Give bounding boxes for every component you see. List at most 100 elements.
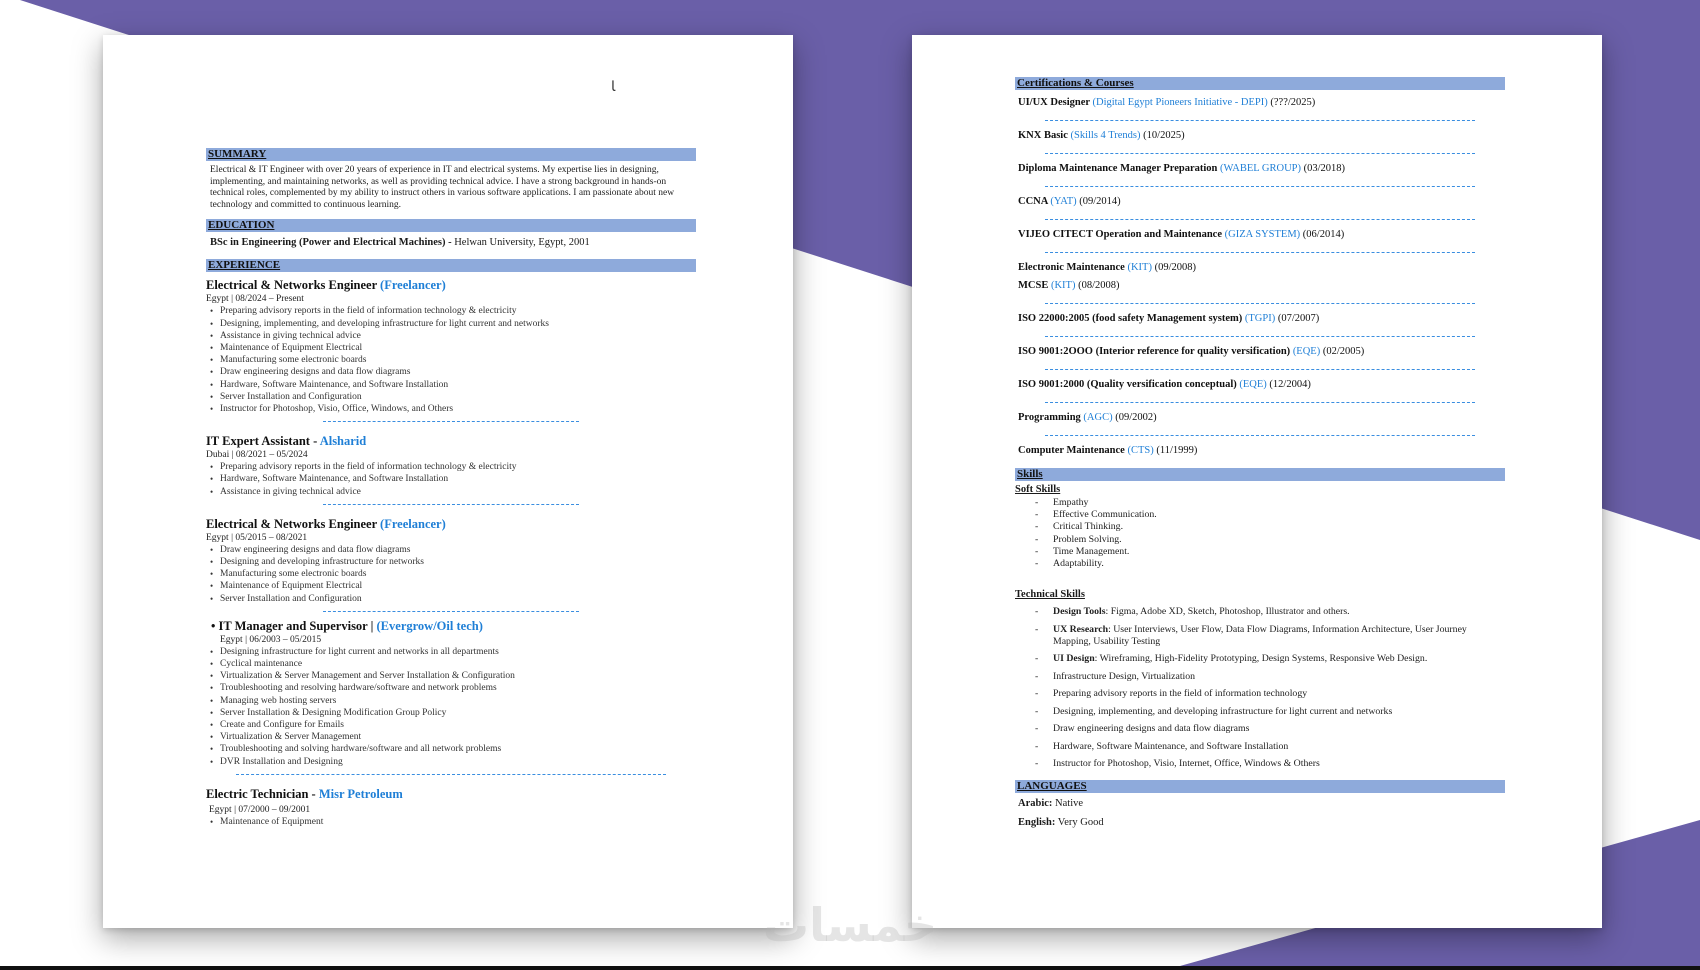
certification-item: ISO 9001:2000 (Quality versification con… bbox=[1018, 379, 1311, 390]
list-item: Draw engineering designs and data flow d… bbox=[206, 544, 696, 556]
job-title: IT Expert Assistant - Alsharid bbox=[206, 434, 367, 449]
list-item: Troubleshooting and resolving hardware/s… bbox=[206, 682, 696, 694]
resume-page-2: Certifications & Courses UI/UX Designer … bbox=[912, 35, 1602, 928]
list-item: Manufacturing some electronic boards bbox=[206, 354, 696, 366]
list-item: Problem Solving. bbox=[1015, 534, 1505, 546]
job-bullets: Draw engineering designs and data flow d… bbox=[206, 544, 696, 605]
list-item: Draw engineering designs and data flow d… bbox=[206, 366, 696, 378]
divider bbox=[1045, 252, 1475, 253]
list-item: Virtualization & Server Management and S… bbox=[206, 670, 696, 682]
job-company: Alsharid bbox=[319, 434, 367, 449]
list-item: Designing, implementing, and developing … bbox=[1015, 706, 1505, 718]
certification-item: UI/UX Designer (Digital Egypt Pioneers I… bbox=[1018, 97, 1316, 108]
job-bullets: Maintenance of Equipment bbox=[206, 816, 696, 828]
list-item: Preparing advisory reports in the field … bbox=[206, 461, 696, 473]
job-entry: Electrical & Networks Engineer (Freelanc… bbox=[206, 517, 696, 605]
job-entry: • IT Manager and Supervisor | (Evergrow/… bbox=[206, 619, 696, 768]
job-bullets: Designing infrastructure for light curre… bbox=[206, 646, 696, 768]
divider bbox=[1045, 435, 1475, 436]
job-meta: Dubai | 08/2021 – 05/2024 bbox=[206, 450, 308, 461]
certification-item: Diploma Maintenance Manager Preparation … bbox=[1018, 163, 1346, 174]
certification-item: Electronic Maintenance (KIT) (09/2008) bbox=[1018, 262, 1196, 273]
divider bbox=[236, 773, 666, 775]
job-bullets: Preparing advisory reports in the field … bbox=[206, 461, 696, 498]
list-item: Empathy bbox=[1015, 497, 1505, 509]
list-item: Hardware, Software Maintenance, and Soft… bbox=[1015, 741, 1505, 753]
list-item: Adaptability. bbox=[1015, 558, 1505, 570]
list-item: Assistance in giving technical advice bbox=[206, 330, 696, 342]
certification-item: KNX Basic (Skills 4 Trends) (10/2025) bbox=[1018, 130, 1185, 141]
job-entry: Electric Technician - Misr Petroleum Egy… bbox=[206, 787, 696, 828]
certification-item: ISO 9001:2OOO (Interior reference for qu… bbox=[1018, 346, 1365, 357]
divider bbox=[323, 610, 579, 612]
list-item: Cyclical maintenance bbox=[206, 658, 696, 670]
certification-item: ISO 22000:2005 (food safety Management s… bbox=[1018, 313, 1320, 324]
resume-body-right: Certifications & Courses UI/UX Designer … bbox=[1015, 77, 1505, 828]
certification-item: Computer Maintenance (CTS) (11/1999) bbox=[1018, 445, 1198, 456]
list-item: Preparing advisory reports in the field … bbox=[206, 305, 696, 317]
technical-skills-list: Design Tools: Figma, Adobe XD, Sketch, P… bbox=[1015, 606, 1505, 771]
list-item: Instructor for Photoshop, Visio, Office,… bbox=[206, 403, 696, 415]
list-item: UX Research: User Interviews, User Flow,… bbox=[1015, 624, 1505, 648]
list-item: Design Tools: Figma, Adobe XD, Sketch, P… bbox=[1015, 606, 1505, 618]
job-company: (Evergrow/Oil tech) bbox=[376, 618, 483, 633]
watermark-logo: خمسات bbox=[745, 895, 955, 955]
list-item: Server Installation and Configuration bbox=[206, 391, 696, 403]
summary-heading: SUMMARY bbox=[206, 148, 696, 161]
school: Helwan University, Egypt, 2001 bbox=[451, 237, 590, 249]
list-item: Critical Thinking. bbox=[1015, 521, 1505, 533]
list-item: Draw engineering designs and data flow d… bbox=[1015, 723, 1505, 735]
job-meta: Egypt | 05/2015 – 08/2021 bbox=[206, 532, 308, 543]
certification-item: CCNA (YAT) (09/2014) bbox=[1018, 196, 1121, 207]
certification-item: MCSE (KIT) (08/2008) bbox=[1018, 280, 1120, 291]
certification-list: UI/UX Designer (Digital Egypt Pioneers I… bbox=[1015, 96, 1505, 468]
job-entry: IT Expert Assistant - Alsharid Dubai | 0… bbox=[206, 434, 696, 498]
language-item: English: Very Good bbox=[1018, 816, 1104, 828]
job-entry: Electrical & Networks Engineer (Freelanc… bbox=[206, 278, 696, 415]
certification-item: Programming (AGC) (09/2002) bbox=[1018, 412, 1157, 423]
list-item: Virtualization & Server Management bbox=[206, 731, 696, 743]
list-item: Maintenance of Equipment Electrical bbox=[206, 342, 696, 354]
technical-skills-heading: Technical Skills bbox=[1015, 589, 1085, 601]
experience-heading: EXPERIENCE bbox=[206, 259, 696, 273]
list-item: Server Installation & Designing Modifica… bbox=[206, 707, 696, 719]
bottom-border bbox=[0, 966, 1700, 970]
list-item: Maintenance of Equipment Electrical bbox=[206, 580, 696, 592]
list-item: Effective Communication. bbox=[1015, 509, 1505, 521]
divider bbox=[1045, 219, 1475, 220]
job-company: (Freelancer) bbox=[380, 516, 446, 531]
job-bullets: Preparing advisory reports in the field … bbox=[206, 305, 696, 415]
soft-skills-list: Empathy Effective Communication. Critica… bbox=[1015, 497, 1505, 570]
job-title: Electrical & Networks Engineer (Freelanc… bbox=[206, 516, 446, 531]
list-item: Maintenance of Equipment bbox=[206, 816, 696, 828]
list-item: Designing infrastructure for light curre… bbox=[206, 646, 696, 658]
resume-body-left: SUMMARY Electrical & IT Engineer with ov… bbox=[206, 148, 696, 828]
watermark-text: خمسات bbox=[762, 898, 938, 952]
list-item: Designing and developing infrastructure … bbox=[206, 556, 696, 568]
job-meta: Egypt | 07/2000 – 09/2001 bbox=[209, 804, 311, 815]
list-item: Server Installation and Configuration bbox=[206, 593, 696, 605]
list-item: Troubleshooting and solving hardware/sof… bbox=[206, 743, 696, 755]
list-item: Hardware, Software Maintenance, and Soft… bbox=[206, 473, 696, 485]
job-company: (Freelancer) bbox=[380, 278, 446, 293]
job-company: Misr Petroleum bbox=[318, 786, 403, 801]
list-item: UI Design: Wireframing, High-Fidelity Pr… bbox=[1015, 653, 1505, 665]
resume-page-1: ﺎ SUMMARY Electrical & IT Engineer with … bbox=[103, 35, 793, 928]
divider bbox=[323, 421, 579, 423]
job-title: Electric Technician - Misr Petroleum bbox=[206, 786, 403, 801]
language-item: Arabic: Native bbox=[1018, 797, 1084, 809]
divider bbox=[1045, 303, 1475, 304]
job-meta: Egypt | 08/2024 – Present bbox=[206, 294, 304, 305]
skills-heading: Skills bbox=[1015, 468, 1505, 481]
scribble-mark: ﺎ bbox=[611, 80, 616, 95]
job-meta: Egypt | 06/2003 – 05/2015 bbox=[220, 634, 322, 645]
list-item: Designing, implementing, and developing … bbox=[206, 318, 696, 330]
list-item: Preparing advisory reports in the field … bbox=[1015, 688, 1505, 700]
divider bbox=[1045, 120, 1475, 121]
list-item: Infrastructure Design, Virtualization bbox=[1015, 671, 1505, 683]
divider bbox=[1045, 369, 1475, 370]
list-item: Managing web hosting servers bbox=[206, 695, 696, 707]
job-title: Electrical & Networks Engineer (Freelanc… bbox=[206, 278, 446, 293]
degree: BSc in Engineering (Power and Electrical… bbox=[210, 237, 452, 249]
certifications-heading: Certifications & Courses bbox=[1015, 77, 1505, 90]
